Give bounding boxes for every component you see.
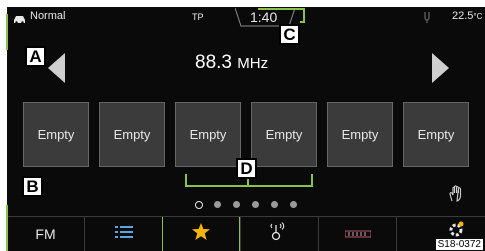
- callout-frames: [6, 8, 313, 251]
- figure-stage: Normal TP 1:40 22.5°C 88.3 MHz Empty Emp…: [0, 0, 485, 251]
- callout-a: A: [25, 46, 46, 67]
- callout-b: B: [22, 176, 43, 197]
- callout-d: D: [236, 158, 257, 179]
- figure-id: S18-0372: [435, 239, 483, 250]
- callout-c: C: [279, 24, 300, 45]
